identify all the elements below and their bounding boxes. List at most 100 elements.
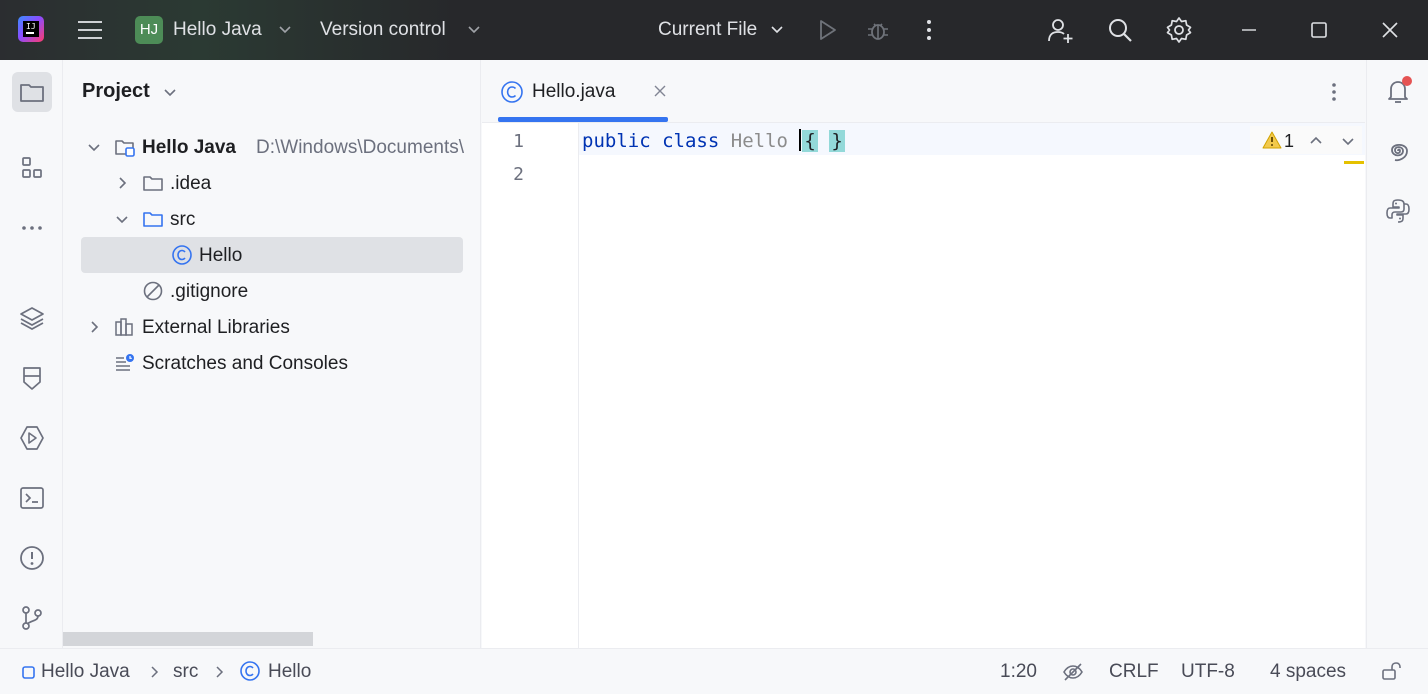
- tree-item-external-libraries[interactable]: External Libraries: [81, 309, 463, 345]
- layers-tool-button[interactable]: [12, 298, 52, 338]
- java-class-icon: [501, 81, 523, 103]
- close-icon[interactable]: [652, 83, 668, 99]
- tree-item-gitignore[interactable]: .gitignore: [81, 273, 463, 309]
- breadcrumb-class[interactable]: Hello: [268, 661, 311, 683]
- minimize-button[interactable]: [1234, 15, 1264, 45]
- tree-item-hello-java[interactable]: Hello Java D:\Windows\Documents\: [81, 129, 464, 165]
- search-icon: [1109, 19, 1132, 42]
- tree-item-hello[interactable]: Hello: [81, 237, 463, 273]
- visibility-off-icon[interactable]: [1061, 660, 1085, 684]
- active-tab-indicator: [498, 117, 668, 122]
- line-separator[interactable]: CRLF: [1109, 661, 1159, 683]
- tree-item-scratches[interactable]: Scratches and Consoles: [81, 345, 463, 381]
- caret-position[interactable]: 1:20: [1000, 661, 1037, 683]
- terminal-tool-button[interactable]: [12, 478, 52, 518]
- python-icon: [1386, 199, 1410, 223]
- module-folder-icon: [115, 140, 135, 157]
- ai-assistant-button[interactable]: [1383, 136, 1413, 166]
- tree-item-label: Scratches and Consoles: [142, 353, 348, 374]
- chevron-right-icon[interactable]: [115, 176, 129, 190]
- run-button[interactable]: [812, 15, 842, 45]
- chevron-down-icon[interactable]: [115, 212, 129, 226]
- settings-button[interactable]: [1164, 15, 1194, 45]
- tab-label: Hello.java: [532, 81, 616, 102]
- tree-item-label: .gitignore: [170, 281, 249, 302]
- git-tool-button[interactable]: [12, 598, 52, 638]
- keyword-public: public: [582, 130, 651, 152]
- code-with-me-button[interactable]: [1045, 15, 1075, 45]
- chevron-right-icon: [216, 666, 224, 678]
- notification-badge: [1402, 76, 1412, 86]
- run-config-selector[interactable]: Current File: [658, 19, 757, 41]
- minimize-icon: [1242, 29, 1256, 31]
- right-tool-strip: [1366, 60, 1428, 648]
- chevron-down-icon[interactable]: [87, 140, 101, 154]
- editor: Hello.java 1 2 public class Hello { } 1: [482, 60, 1365, 648]
- structure-tool-button[interactable]: [12, 148, 52, 188]
- spiral-icon: [1391, 143, 1408, 162]
- more-icon: [22, 226, 42, 230]
- services-tool-button[interactable]: [12, 418, 52, 458]
- version-control-menu[interactable]: Version control: [320, 19, 446, 41]
- chevron-down-icon: [279, 26, 291, 34]
- chevron-down-icon: [468, 26, 480, 34]
- project-panel: Project Hello Java D:\Windows\Documents\…: [63, 60, 481, 648]
- search-button[interactable]: [1105, 15, 1135, 45]
- bug-icon: [868, 23, 888, 40]
- warning-stripe-mark[interactable]: [1344, 161, 1364, 164]
- tree-item-label: .idea: [170, 173, 212, 194]
- bookmarks-tool-button[interactable]: [12, 358, 52, 398]
- maximize-button[interactable]: [1304, 15, 1334, 45]
- open-brace: {: [802, 130, 818, 152]
- folder-icon: [143, 176, 163, 191]
- intellij-logo-icon[interactable]: IJ: [18, 16, 44, 42]
- gear-icon: [1166, 17, 1192, 43]
- indent-setting[interactable]: 4 spaces: [1270, 661, 1346, 683]
- tree-item-src[interactable]: src: [81, 201, 463, 237]
- module-icon: [22, 666, 35, 679]
- more-tools-button[interactable]: [12, 208, 52, 248]
- status-bar: Hello Java src Hello 1:20 CRLF UTF-8 4 s…: [0, 648, 1428, 694]
- layers-icon: [20, 307, 44, 330]
- file-encoding[interactable]: UTF-8: [1181, 661, 1235, 683]
- project-view-selector[interactable]: Project: [82, 80, 150, 103]
- library-icon: [115, 318, 133, 336]
- tree-item-label: src: [170, 209, 196, 230]
- java-class-icon: [240, 661, 260, 681]
- warning-icon: [1262, 131, 1282, 149]
- project-tool-button[interactable]: [12, 72, 52, 112]
- unlock-icon[interactable]: [1380, 660, 1402, 682]
- previous-highlight-icon[interactable]: [1308, 133, 1324, 149]
- java-class-icon: [172, 245, 192, 265]
- close-window-button[interactable]: [1375, 15, 1405, 45]
- line-number: 1: [513, 131, 524, 152]
- debug-button[interactable]: [863, 15, 893, 45]
- code-line[interactable]: public class Hello { }: [582, 129, 845, 152]
- warning-count: 1: [1284, 131, 1295, 151]
- horizontal-scrollbar[interactable]: [63, 632, 313, 646]
- chevron-down-icon: [771, 26, 783, 34]
- breadcrumb-project[interactable]: Hello Java: [41, 661, 130, 683]
- main-menu-button[interactable]: [76, 18, 104, 42]
- chevron-right-icon[interactable]: [87, 320, 101, 334]
- more-vertical-icon[interactable]: [1322, 80, 1346, 104]
- folder-icon: [20, 84, 44, 102]
- next-highlight-icon[interactable]: [1340, 133, 1356, 149]
- breadcrumb-src[interactable]: src: [173, 661, 198, 683]
- git-branch-icon: [22, 606, 42, 630]
- tree-item-idea[interactable]: .idea: [81, 165, 463, 201]
- tab-hello-java[interactable]: Hello.java: [498, 60, 668, 123]
- close-icon: [1382, 22, 1398, 38]
- line-number-gutter[interactable]: 1 2: [482, 123, 579, 648]
- project-selector[interactable]: Hello Java: [173, 19, 262, 41]
- problems-icon: [20, 546, 44, 570]
- close-brace: }: [829, 130, 845, 152]
- more-actions-button[interactable]: [914, 15, 944, 45]
- python-console-button[interactable]: [1383, 196, 1413, 226]
- chevron-right-icon: [151, 666, 159, 678]
- source-folder-icon: [143, 212, 163, 227]
- problems-tool-button[interactable]: [12, 538, 52, 578]
- editor-tab-bar: Hello.java: [482, 60, 1365, 123]
- inspection-widget[interactable]: 1: [1250, 126, 1362, 154]
- project-badge[interactable]: HJ: [135, 16, 163, 44]
